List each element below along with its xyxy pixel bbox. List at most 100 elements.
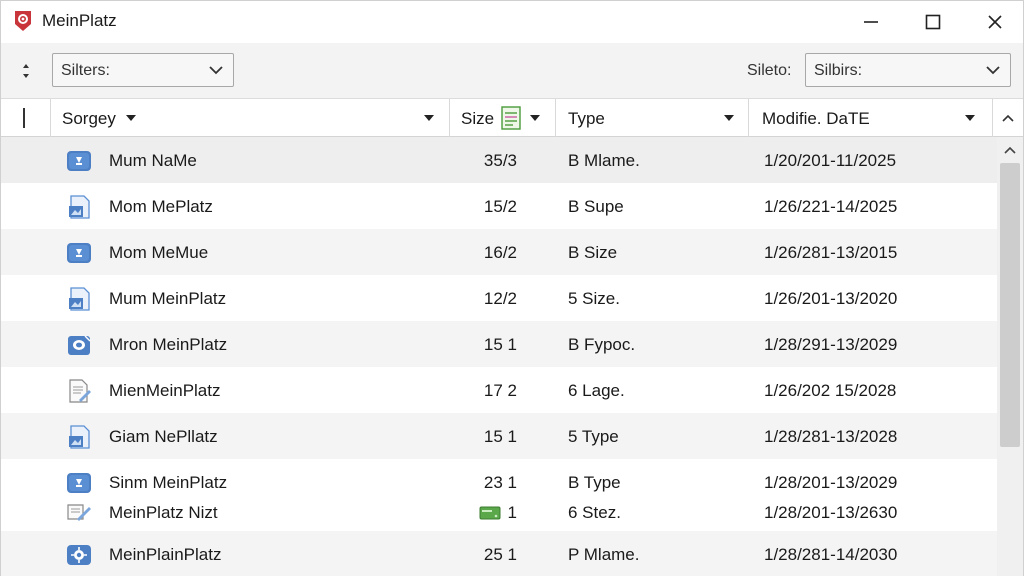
table-row[interactable]: Mum NaMe 35/3 B Mlame. 1/20/201-11/2025 (1, 137, 997, 183)
column-name-label: Sorgey (62, 109, 116, 128)
window-title: MeinPlatz (42, 11, 117, 30)
file-date: 1/28/201-13/2630 (764, 503, 898, 522)
file-date: 1/26/202 15/2028 (764, 381, 897, 400)
table-row[interactable]: Mom MeMue 16/2 B Size 1/26/281-13/2015 (1, 229, 997, 275)
filter-label: Sileto: (747, 62, 792, 79)
file-size: 15 1 (483, 335, 517, 354)
column-date-label: Modifie. DaTE (762, 109, 870, 128)
scrollbar-thumb[interactable] (1000, 163, 1020, 447)
minimize-button[interactable] (841, 1, 901, 43)
file-size: 1 (507, 503, 517, 522)
maximize-icon (925, 14, 941, 30)
table-row[interactable]: MeinPlatz Nizt 1 6 Stez. 1/28/201-13/263… (1, 495, 997, 531)
dropdown-arrow-icon[interactable] (723, 113, 735, 123)
column-size-label: Size (461, 109, 495, 128)
text-document-pen-icon (65, 501, 93, 525)
file-size: 35/3 (483, 151, 517, 170)
blue-disk-icon (65, 471, 93, 495)
file-name: MeinPlainPlatz (109, 545, 222, 564)
minimize-icon (864, 21, 878, 23)
text-document-icon (65, 379, 93, 403)
file-size: 17 2 (483, 381, 517, 400)
toolbar: Silters: Sileto: Silbirs: (1, 43, 1023, 99)
file-type: B Fypoc. (568, 335, 636, 354)
file-type: B Supe (568, 197, 624, 216)
blue-gear-disk-icon (65, 543, 93, 567)
file-name: Mron MeinPlatz (109, 335, 228, 354)
file-list: Mum NaMe 35/3 B Mlame. 1/20/201-11/2025 … (1, 137, 997, 576)
filter-select-right[interactable]: Silbirs: (805, 53, 1011, 87)
column-header-type[interactable]: Type (556, 99, 749, 137)
chevron-down-icon (986, 66, 1000, 75)
column-header-size[interactable]: Size (450, 99, 556, 137)
file-type: 6 Lage. (568, 381, 625, 400)
app-window: MeinPlatz Silters: Sileto: Silbirs: Sorg… (0, 0, 1024, 576)
file-size: 23 1 (483, 473, 517, 492)
column-divider (23, 108, 25, 128)
up-down-arrows-icon (23, 64, 29, 78)
document-image-icon (65, 425, 93, 449)
file-type: 5 Size. (568, 289, 620, 308)
chevron-up-icon (1002, 114, 1014, 122)
maximize-button[interactable] (903, 1, 963, 43)
document-image-icon (65, 287, 93, 311)
dropdown-arrow-icon[interactable] (529, 113, 541, 123)
column-header-date[interactable]: Modifie. DaTE (749, 99, 993, 137)
file-type: 6 Stez. (568, 503, 621, 522)
file-name: Mum NaMe (109, 151, 197, 170)
table-row[interactable]: MeinPlainPlatz 25 1 P Mlame. 1/28/281-14… (1, 531, 997, 576)
file-type: B Mlame. (568, 151, 640, 170)
column-header-name[interactable]: Sorgey (51, 99, 450, 137)
file-date: 1/28/281-13/2028 (764, 427, 898, 446)
file-date: 1/26/281-13/2015 (764, 243, 898, 262)
filter-select-left[interactable]: Silters: (52, 53, 234, 87)
file-name: MeinPlatz Nizt (109, 503, 218, 522)
file-name: Mom MePlatz (109, 197, 213, 216)
file-name: Mom MeMue (109, 243, 209, 262)
file-type: 5 Type (568, 427, 619, 446)
close-button[interactable] (965, 1, 1024, 43)
filter-select-left-value: Silters: (61, 62, 110, 79)
file-type: B Type (568, 473, 621, 492)
app-logo-icon (13, 10, 33, 32)
chevron-down-icon (209, 66, 223, 75)
file-size: 12/2 (483, 289, 517, 308)
file-size: 15 1 (483, 427, 517, 446)
file-date: 1/26/221-14/2025 (764, 197, 898, 216)
table-row[interactable]: Mom MePlatz 15/2 B Supe 1/26/221-14/2025 (1, 183, 997, 229)
table-row[interactable]: MienMeinPlatz 17 2 6 Lage. 1/26/202 15/2… (1, 367, 997, 413)
table-row[interactable]: Mron MeinPlatz 15 1 B Fypoc. 1/28/291-13… (1, 321, 997, 367)
table-row[interactable]: Mum MeinPlatz 12/2 5 Size. 1/26/201-13/2… (1, 275, 997, 321)
file-name: MienMeinPlatz (109, 381, 221, 400)
file-type: B Size (568, 243, 618, 262)
file-size: 15/2 (483, 197, 517, 216)
blue-disk-icon (65, 149, 93, 173)
dropdown-arrow-icon[interactable] (423, 113, 435, 123)
close-icon (988, 15, 1002, 29)
table-row[interactable]: Giam NePllatz 15 1 5 Type 1/28/281-13/20… (1, 413, 997, 459)
file-date: 1/28/291-13/2029 (764, 335, 898, 354)
document-image-icon (65, 195, 93, 219)
title-bar: MeinPlatz (1, 1, 1023, 43)
file-name: Giam NePllatz (109, 427, 218, 446)
sort-down-icon (126, 115, 136, 121)
column-type-label: Type (568, 109, 605, 128)
header-scroll-up-button[interactable] (993, 99, 1023, 137)
file-date: 1/20/201-11/2025 (764, 151, 897, 170)
file-size: 16/2 (483, 243, 517, 262)
file-date: 1/28/201-13/2029 (764, 473, 898, 492)
file-name: Mum MeinPlatz (109, 289, 227, 308)
vertical-scrollbar[interactable] (997, 137, 1023, 576)
file-name: Sinm MeinPlatz (109, 473, 228, 492)
column-header: Sorgey Size Type Modifie. DaTE (1, 99, 1023, 137)
file-type: P Mlame. (568, 545, 640, 564)
blue-disk-icon (65, 241, 93, 265)
sort-toggle-button[interactable] (15, 59, 37, 83)
filter-select-right-value: Silbirs: (814, 62, 863, 79)
file-size: 25 1 (483, 545, 517, 564)
dropdown-arrow-icon[interactable] (964, 113, 976, 123)
column-header-select[interactable] (1, 99, 51, 137)
chevron-up-icon[interactable] (1003, 145, 1017, 155)
file-date: 1/26/201-13/2020 (764, 289, 898, 308)
blue-disk-drive-icon (65, 333, 93, 357)
